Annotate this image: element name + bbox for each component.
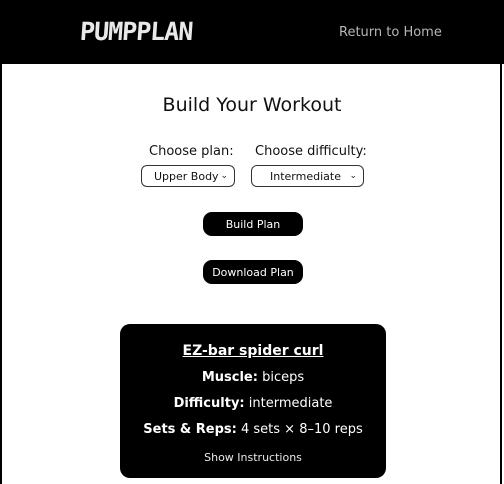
- difficulty-select-value: Intermediate: [270, 169, 341, 183]
- chevron-down-icon: ⌄: [220, 171, 228, 181]
- muscle-label: Muscle:: [201, 370, 258, 385]
- difficulty-select[interactable]: Intermediate ⌄: [251, 165, 364, 187]
- plan-label: Choose plan:: [149, 144, 234, 159]
- difficulty-field-label: Difficulty:: [173, 396, 245, 411]
- exercise-card: EZ-bar spider curl Muscle: biceps Diffic…: [120, 324, 386, 478]
- show-instructions-button[interactable]: Show Instructions: [120, 451, 386, 464]
- plan-select[interactable]: Upper Body ⌄: [141, 165, 235, 187]
- plan-select-value: Upper Body: [154, 169, 219, 183]
- exercise-difficulty-row: Difficulty: intermediate: [120, 396, 386, 411]
- top-navbar: PUMPPLAN Return to Home: [0, 0, 504, 64]
- exercise-sets-row: Sets & Reps: 4 sets × 8–10 reps: [120, 422, 386, 437]
- build-plan-button[interactable]: Build Plan: [203, 212, 303, 236]
- exercise-name[interactable]: EZ-bar spider curl: [120, 343, 386, 359]
- chevron-down-icon: ⌄: [349, 171, 357, 181]
- download-plan-button[interactable]: Download Plan: [203, 260, 303, 284]
- difficulty-value: intermediate: [248, 396, 333, 411]
- return-home-link[interactable]: Return to Home: [339, 25, 442, 40]
- sets-reps-value: 4 sets × 8–10 reps: [241, 422, 363, 437]
- page-title: Build Your Workout: [162, 94, 342, 116]
- app-logo[interactable]: PUMPPLAN: [79, 17, 193, 46]
- exercise-muscle-row: Muscle: biceps: [120, 370, 386, 385]
- muscle-value: biceps: [262, 370, 305, 385]
- difficulty-label: Choose difficulty:: [255, 144, 367, 159]
- sets-reps-label: Sets & Reps:: [143, 422, 237, 437]
